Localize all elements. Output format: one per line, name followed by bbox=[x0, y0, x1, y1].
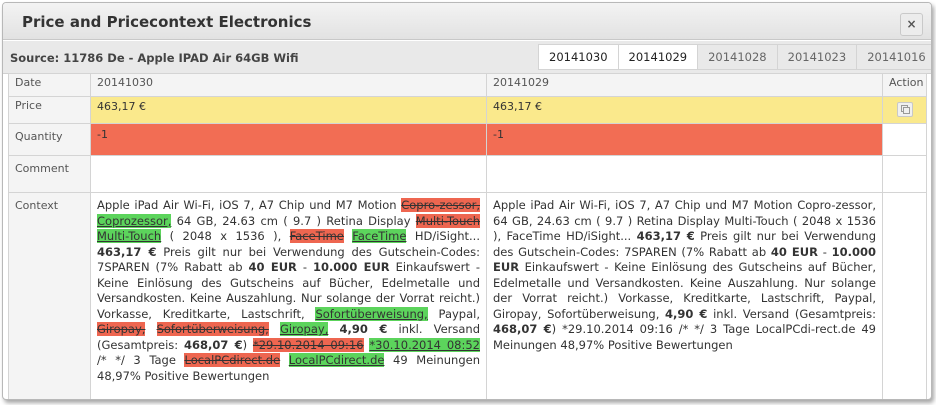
added-text: Coprozessor, bbox=[97, 213, 172, 228]
comment-action-cell bbox=[882, 155, 927, 193]
quantity-cell-left: -1 bbox=[90, 123, 487, 156]
added-text: Giropay, bbox=[279, 322, 329, 336]
quantity-row: Quantity -1 -1 bbox=[8, 123, 927, 156]
context-bold-value: 40 EUR bbox=[770, 244, 818, 259]
context-bold-value: 4,90 € bbox=[339, 322, 388, 336]
tab-20141016[interactable]: 20141016 bbox=[856, 44, 931, 70]
context-text-segment: /* */ 3 Tage bbox=[97, 353, 185, 367]
context-text-left: Apple iPad Air Wi-Fi, iOS 7, A7 Chip und… bbox=[97, 193, 480, 384]
removed-text: *29.10.2014 09:16 bbox=[252, 337, 364, 352]
comment-cell-left bbox=[90, 155, 487, 193]
context-bold-value: 468,07 € bbox=[184, 337, 243, 352]
action-header: Action bbox=[882, 73, 927, 97]
context-text-segment bbox=[145, 322, 156, 336]
price-cell-left: 463,17 € bbox=[90, 96, 487, 124]
context-bold-value: 4,90 € bbox=[665, 306, 708, 321]
date-row: Date 20141030 20141029 Action bbox=[8, 73, 927, 97]
dialog-titlebar: Price and Pricecontext Electronics × bbox=[3, 3, 931, 40]
context-text-segment bbox=[328, 322, 339, 336]
source-label: Source: 11786 De - Apple IPAD Air 64GB W… bbox=[10, 51, 299, 65]
tab-20141029[interactable]: 20141029 bbox=[617, 44, 698, 70]
context-row: Context Apple iPad Air Wi-Fi, iOS 7, A7 … bbox=[8, 192, 927, 399]
added-text: Multi-Touch bbox=[97, 229, 162, 243]
added-text: LocalPCdirect.de bbox=[288, 353, 385, 367]
context-bold-value: 40 EUR bbox=[248, 260, 297, 274]
removed-text: Copro-zessor, bbox=[401, 198, 480, 212]
context-bold-value: 463,17 € bbox=[636, 229, 695, 243]
date-cell-right: 20141029 bbox=[486, 73, 883, 97]
price-action-cell bbox=[882, 96, 927, 124]
comment-row: Comment bbox=[8, 155, 927, 193]
comment-label: Comment bbox=[8, 155, 91, 193]
context-text-segment: 64 GB, 24.63 cm ( 9.7 ) Retina Display bbox=[171, 213, 416, 228]
context-text-segment: inkl. Versand (Gesamtpreis: bbox=[707, 306, 876, 321]
added-text: FaceTime bbox=[352, 229, 407, 243]
context-text-segment: ) bbox=[242, 337, 253, 352]
quantity-label: Quantity bbox=[8, 123, 91, 156]
added-text: *30.10.2014 08:52 bbox=[369, 337, 480, 352]
context-text-segment: - bbox=[296, 260, 313, 274]
context-text-segment: HD/iSight... bbox=[406, 229, 480, 243]
tab-20141023[interactable]: 20141023 bbox=[776, 44, 857, 70]
context-label: Context bbox=[8, 192, 91, 399]
context-text-segment bbox=[269, 322, 280, 336]
context-cell-right: Apple iPad Air Wi-Fi, iOS 7, A7 Chip und… bbox=[486, 192, 883, 399]
removed-text: Giropay, bbox=[97, 322, 146, 336]
context-bold-value: 468,07 € bbox=[493, 322, 552, 336]
quantity-action-cell bbox=[882, 123, 927, 156]
close-icon[interactable]: × bbox=[900, 13, 923, 36]
price-row: Price 463,17 € 463,17 € bbox=[8, 96, 927, 124]
context-text-segment: - bbox=[817, 244, 832, 259]
comment-cell-right bbox=[486, 155, 883, 193]
date-cell-left: 20141030 bbox=[90, 73, 487, 97]
context-action-cell bbox=[882, 192, 927, 399]
comparison-table: Date 20141030 20141029 Action Price 463,… bbox=[8, 73, 927, 399]
context-text-segment: Apple iPad Air Wi-Fi, iOS 7, A7 Chip und… bbox=[97, 198, 402, 212]
price-cell-right: 463,17 € bbox=[486, 96, 883, 124]
dialog-title: Price and Pricecontext Electronics bbox=[22, 13, 312, 31]
added-text: Sofortüberweisung, bbox=[315, 306, 428, 321]
context-text-segment: Paypal, bbox=[427, 306, 481, 321]
removed-text: FaceTime bbox=[289, 229, 344, 243]
price-label: Price bbox=[8, 96, 91, 124]
removed-text: Multi-Touch bbox=[415, 213, 480, 228]
date-tabs: 20141030 20141029 20141028 20141023 20141016 bbox=[538, 44, 931, 70]
context-bold-value: 10.000 EUR bbox=[312, 260, 390, 274]
tab-20141028[interactable]: 20141028 bbox=[697, 44, 777, 70]
date-label: Date bbox=[8, 73, 91, 97]
context-bold-value: 463,17 € bbox=[97, 244, 157, 259]
source-bar: Source: 11786 De - Apple IPAD Air 64GB W… bbox=[3, 41, 931, 74]
context-cell-left: Apple iPad Air Wi-Fi, iOS 7, A7 Chip und… bbox=[90, 192, 487, 399]
context-text-segment bbox=[280, 353, 289, 367]
quantity-cell-right: -1 bbox=[486, 123, 883, 156]
price-dialog: Price and Pricecontext Electronics × Sou… bbox=[2, 2, 932, 400]
context-text-segment: ( 2048 x 1536 ), bbox=[161, 229, 290, 243]
removed-text: LocalPCdirect.de bbox=[184, 353, 281, 367]
context-text-right: Apple iPad Air Wi-Fi, iOS 7, A7 Chip und… bbox=[493, 193, 876, 353]
tab-20141030[interactable]: 20141030 bbox=[538, 44, 618, 70]
copy-icon[interactable] bbox=[896, 102, 913, 117]
removed-text: Sofortüberweisung, bbox=[156, 322, 269, 336]
